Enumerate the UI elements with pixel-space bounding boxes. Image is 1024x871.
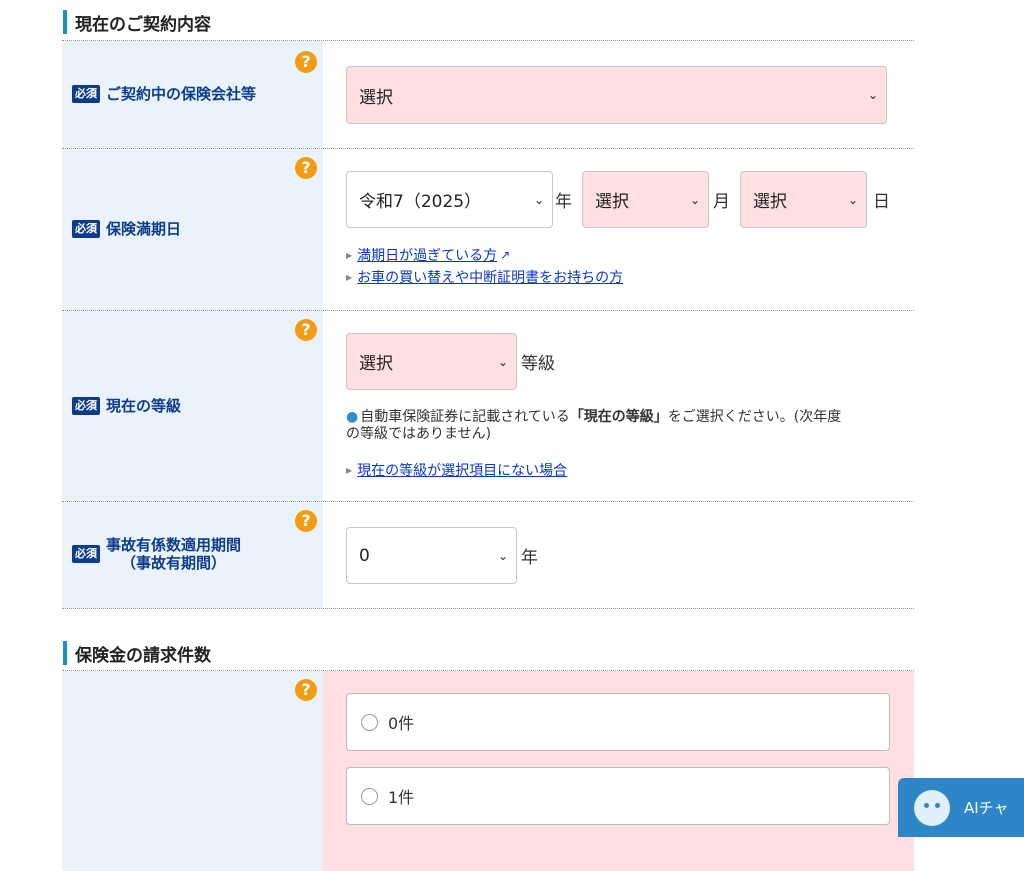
accident-period-unit: 年 [521, 548, 538, 568]
arrow-right-icon: ▶ [346, 250, 353, 260]
expiry-month-value: 選択 [595, 192, 629, 212]
row-label-cell: ? 必須 ご契約中の保険会社等 [62, 41, 323, 148]
row-value-cell: 令和7（2025） ⌄ 年 選択 ⌄ 月 選択 ⌄ 日 ▶ 満期日が過ぎている方… [323, 149, 914, 310]
row-insurer: ? 必須 ご契約中の保険会社等 選択 ⌄ [62, 41, 914, 149]
required-label: 必須 現在の等級 [72, 397, 181, 415]
claims-option-label: 1件 [388, 788, 415, 807]
accident-period-value: 0 [359, 545, 370, 566]
section-title-text: 保険金の請求件数 [75, 645, 211, 666]
chevron-down-icon: ⌄ [867, 88, 878, 102]
help-icon[interactable]: ? [295, 319, 317, 341]
grade-note: ● 自動車保険証券に記載されている「現在の等級」をご選択ください。(次年度 の等級… [346, 409, 906, 443]
radio-circle[interactable] [361, 713, 378, 731]
row-label-cell: ? [62, 671, 323, 871]
grade-select-value: 選択 [359, 354, 393, 374]
ai-chat-label: AIチャ [964, 799, 1009, 817]
row-accident-period: ? 必須 事故有係数適用期間 （事故有期間） 0 ⌄ 年 [62, 502, 914, 609]
required-badge: 必須 [72, 545, 100, 563]
link-car-replacement[interactable]: ▶ お車の買い替えや中断証明書をお持ちの方 [346, 267, 623, 287]
help-icon[interactable]: ? [295, 157, 317, 179]
field-label-accident: 事故有係数適用期間 （事故有期間） [106, 536, 241, 572]
chevron-down-icon: ⌄ [497, 548, 508, 563]
grade-note-post: をご選択ください。(次年度 [667, 409, 842, 425]
required-badge: 必須 [72, 397, 100, 415]
link-grade-not-listed[interactable]: ▶ 現在の等級が選択項目にない場合 [346, 460, 567, 480]
required-badge: 必須 [72, 85, 100, 103]
chevron-down-icon: ⌄ [689, 192, 700, 207]
grade-select[interactable]: 選択 ⌄ [346, 333, 517, 390]
grade-note-line2: の等級ではありません) [346, 426, 492, 442]
chatbot-eye [924, 802, 929, 808]
insurer-select[interactable]: 選択 ⌄ [346, 66, 887, 124]
chatbot-icon [914, 789, 950, 826]
expiry-day-value: 選択 [753, 192, 787, 212]
row-label-cell: ? 必須 保険満期日 [62, 149, 323, 310]
row-value-cell: 選択 ⌄ 等級 ● 自動車保険証券に記載されている「現在の等級」をご選択ください。… [323, 311, 914, 501]
row-value-cell: 選択 ⌄ [323, 41, 914, 148]
required-badge: 必須 [72, 220, 100, 238]
row-label-cell: ? 必須 事故有係数適用期間 （事故有期間） [62, 502, 323, 608]
external-link-icon: ↗ [500, 248, 511, 262]
help-icon[interactable]: ? [295, 510, 317, 532]
claims-option-label: 0件 [388, 714, 415, 733]
link-grade-not-listed-text[interactable]: 現在の等級が選択項目にない場合 [357, 460, 567, 480]
accident-period-select[interactable]: 0 ⌄ [346, 527, 517, 584]
bullet-icon: ● [346, 409, 359, 425]
ai-chat-button[interactable]: AIチャ [898, 778, 1024, 837]
help-icon[interactable]: ? [295, 679, 317, 701]
required-label: 必須 ご契約中の保険会社等 [72, 85, 256, 103]
expiry-year-select[interactable]: 令和7（2025） ⌄ [346, 171, 553, 228]
section-title-claims: 保険金の請求件数 [63, 641, 211, 666]
expiry-month-select[interactable]: 選択 ⌄ [582, 171, 709, 228]
row-value-cell: 0 ⌄ 年 [323, 502, 914, 608]
arrow-right-icon: ▶ [346, 272, 353, 282]
insurer-select-value: 選択 [359, 87, 393, 108]
link-past-expiry[interactable]: ▶ 満期日が過ぎている方 ↗ [346, 245, 510, 265]
claims-option-1[interactable]: 1件 [346, 767, 890, 825]
field-label-grade: 現在の等級 [106, 397, 182, 415]
grade-note-bold: 「現在の等級」 [569, 409, 668, 425]
field-label-accident-line1: 事故有係数適用期間 [106, 536, 242, 554]
help-icon[interactable]: ? [295, 51, 317, 73]
expiry-day-select[interactable]: 選択 ⌄ [740, 171, 867, 228]
month-unit: 月 [713, 192, 730, 212]
day-unit: 日 [873, 192, 890, 212]
field-label-insurer: ご契約中の保険会社等 [106, 85, 257, 103]
row-label-cell: ? 必須 現在の等級 [62, 311, 323, 501]
field-label-expiry: 保険満期日 [106, 220, 182, 238]
chevron-down-icon: ⌄ [533, 192, 544, 207]
expiry-year-value: 令和7（2025） [359, 192, 482, 212]
radio-circle[interactable] [361, 787, 378, 805]
year-unit: 年 [555, 192, 572, 212]
field-label-accident-line2: （事故有期間） [121, 554, 227, 572]
chevron-down-icon: ⌄ [847, 192, 858, 207]
grade-unit: 等級 [521, 354, 555, 374]
section-title-text: 現在のご契約内容 [75, 14, 211, 35]
link-past-expiry-text[interactable]: 満期日が過ぎている方 [357, 245, 497, 265]
arrow-right-icon: ▶ [346, 465, 353, 475]
grade-note-pre: 自動車保険証券に記載されている [360, 409, 570, 425]
section-title-current-contract: 現在のご契約内容 [63, 10, 211, 35]
row-current-grade: ? 必須 現在の等級 選択 ⌄ 等級 ● 自動車保険証券に記載されている「現在の等… [62, 311, 914, 502]
claims-option-0[interactable]: 0件 [346, 693, 890, 751]
required-label: 必須 事故有係数適用期間 （事故有期間） [72, 536, 241, 572]
chatbot-eye [935, 802, 940, 808]
link-car-replacement-text[interactable]: お車の買い替えや中断証明書をお持ちの方 [357, 267, 623, 287]
row-claims-count: ? 0件 1件 [62, 671, 914, 871]
chevron-down-icon: ⌄ [497, 354, 508, 369]
required-label: 必須 保険満期日 [72, 220, 181, 238]
row-expiry-date: ? 必須 保険満期日 令和7（2025） ⌄ 年 選択 ⌄ 月 選択 ⌄ 日 ▶… [62, 149, 914, 311]
